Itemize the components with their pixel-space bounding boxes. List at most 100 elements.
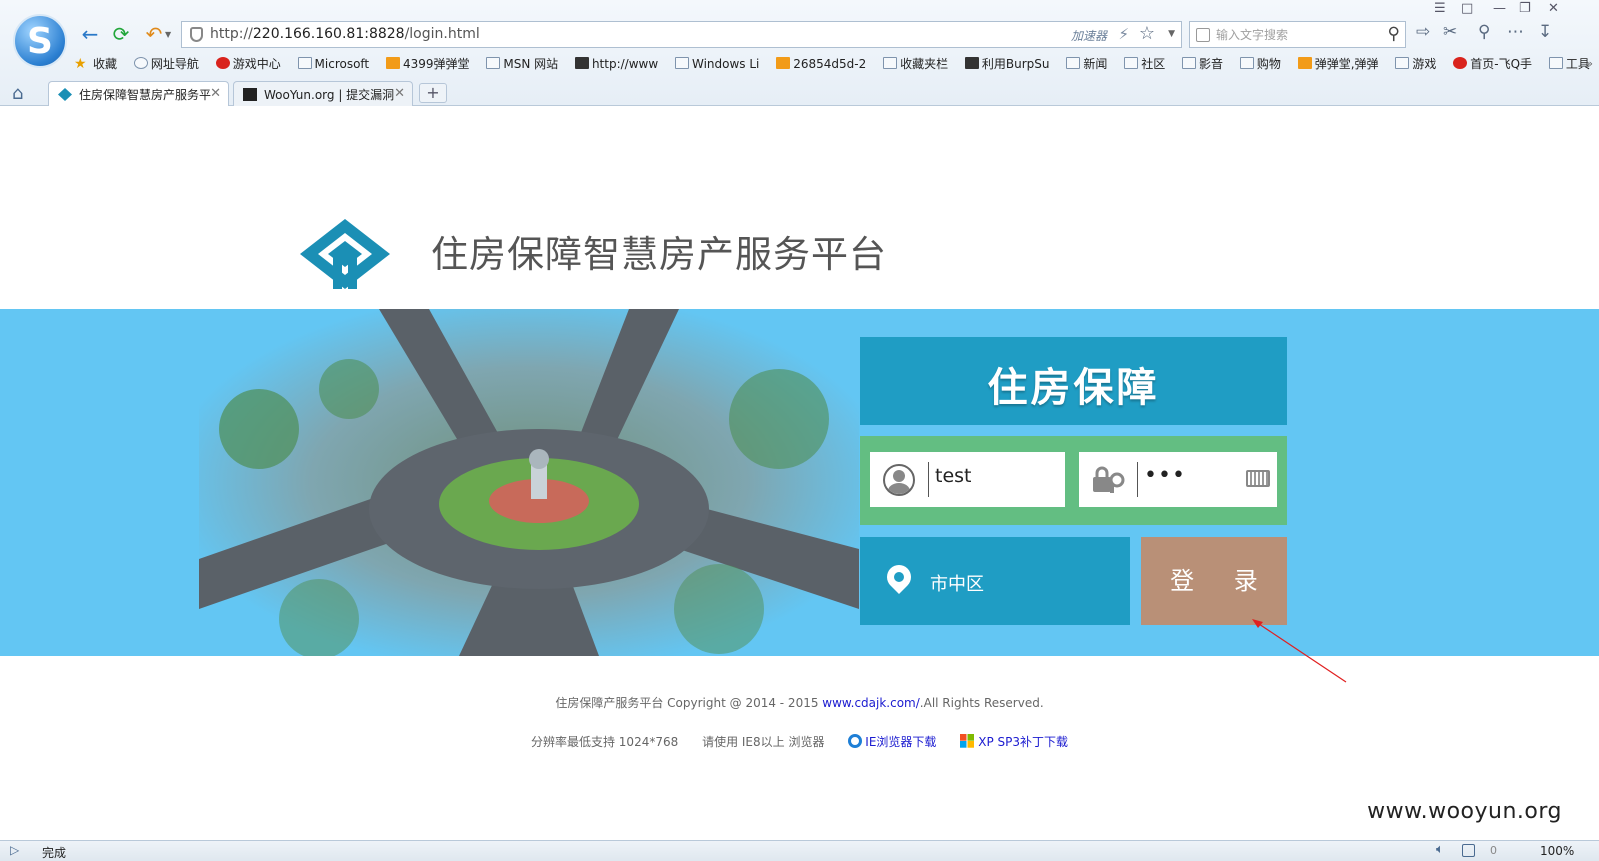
- bookmark-item[interactable]: MSN 网站: [486, 54, 558, 74]
- address-bar[interactable]: http://220.166.160.81:8828/login.html 加速…: [181, 21, 1182, 48]
- page-content: 住房保障智慧房产服务平台 住房保障 test ••• 市中区 登 录 住房保障产…: [0, 106, 1599, 840]
- bookmark-item[interactable]: 利用BurpSu: [964, 54, 1050, 74]
- username-field[interactable]: test: [870, 452, 1065, 507]
- lock-key-icon: [1093, 466, 1125, 493]
- search-engine-icon[interactable]: [1196, 28, 1210, 42]
- menu-icon[interactable]: ☰: [1434, 1, 1446, 16]
- url-host: 220.166.160.81:8828: [252, 26, 405, 42]
- download-manager-icon[interactable]: [1462, 844, 1475, 857]
- close-icon[interactable]: ✕: [394, 86, 405, 101]
- bookmark-item[interactable]: 新闻: [1066, 54, 1107, 74]
- undo-close-tab-button[interactable]: ↶: [142, 22, 166, 46]
- page-icon: [1297, 57, 1312, 69]
- close-icon[interactable]: ✕: [1548, 1, 1559, 16]
- restore-icon[interactable]: ❐: [1519, 1, 1531, 16]
- sidebar-toggle-icon[interactable]: ▷: [10, 843, 19, 857]
- browser-logo-letter: S: [27, 21, 53, 62]
- bookmark-item[interactable]: 购物: [1239, 54, 1281, 74]
- region-selector[interactable]: 市中区: [860, 537, 1130, 625]
- globe-icon: [133, 57, 148, 69]
- resolution-note: 分辨率最低支持 1024*768: [530, 735, 679, 749]
- credentials-row: test •••: [860, 436, 1287, 525]
- favorite-star-icon[interactable]: ☆: [1139, 23, 1155, 44]
- chevron-down-icon[interactable]: ▼: [1168, 29, 1175, 39]
- folder-icon: [1124, 57, 1139, 69]
- bookmark-item[interactable]: 网址导航: [133, 54, 199, 74]
- keyboard-icon[interactable]: [1246, 470, 1270, 487]
- home-icon[interactable]: ⌂: [12, 83, 23, 104]
- folder-icon: [883, 57, 898, 69]
- bookmark-item[interactable]: 26854d5d-2: [776, 54, 866, 74]
- browser-chrome: S ← ⟳ ↶ ▼ http://220.166.160.81:8828/log…: [0, 0, 1599, 106]
- page-icon: [776, 57, 791, 69]
- windows-icon: [960, 734, 975, 748]
- login-panel-header: 住房保障: [860, 337, 1287, 425]
- refresh-button[interactable]: ⟳: [109, 22, 133, 46]
- bookmark-item[interactable]: http://www: [574, 54, 658, 74]
- star-icon: ★: [74, 56, 87, 72]
- site-favicon-icon: [58, 88, 72, 101]
- url-text[interactable]: http://220.166.160.81:8828/login.html: [210, 26, 480, 42]
- xp-patch-link[interactable]: XP SP3补丁下载: [960, 734, 1068, 749]
- accelerator-label[interactable]: 加速器: [1071, 27, 1107, 44]
- page-icon: [1453, 57, 1468, 69]
- ie-download-link[interactable]: IE浏览器下载: [848, 734, 936, 749]
- speaker-icon[interactable]: 🔈︎: [1436, 842, 1444, 857]
- bookmark-item[interactable]: 游戏中心: [215, 54, 281, 74]
- login-button[interactable]: 登 录: [1141, 537, 1287, 625]
- login-heading: 住房保障: [987, 365, 1160, 411]
- new-tab-button[interactable]: +: [419, 83, 447, 103]
- region-value: 市中区: [930, 574, 984, 595]
- shield-icon: [190, 27, 203, 42]
- status-bar: ▷ 完成 🔈︎ 0 100%: [0, 840, 1599, 861]
- field-divider: [1137, 462, 1138, 497]
- bookmark-item[interactable]: 4399弹弹堂: [385, 54, 470, 74]
- minimize-icon[interactable]: —: [1493, 1, 1506, 16]
- search-icon[interactable]: ⚲: [1388, 24, 1400, 44]
- field-divider: [928, 462, 929, 497]
- bookmark-item[interactable]: 游戏: [1395, 54, 1436, 74]
- tab-wooyun[interactable]: WooYun.org | 提交漏洞 ✕: [233, 81, 413, 106]
- page-icon: [964, 57, 979, 69]
- key-icon[interactable]: ⚲: [1478, 22, 1490, 42]
- chevron-down-icon[interactable]: ▼: [165, 30, 171, 39]
- skin-icon[interactable]: □: [1461, 1, 1473, 16]
- bookmark-item[interactable]: 弹弹堂,弹弹: [1297, 54, 1379, 74]
- bookmarks-bar: ★ 收藏 网址导航 游戏中心 Microsoft 4399弹弹堂 MSN 网站 h…: [74, 54, 1594, 76]
- zoom-level[interactable]: 100%: [1540, 844, 1574, 858]
- back-button[interactable]: ←: [78, 22, 102, 46]
- bookmark-item[interactable]: 社区: [1124, 54, 1165, 74]
- login-banner: [0, 309, 1599, 656]
- watermark: www.wooyun.org: [1367, 799, 1562, 824]
- sidebar-icon[interactable]: ⇨: [1416, 22, 1430, 42]
- bookmark-item[interactable]: ★ 收藏: [74, 54, 117, 74]
- tab-login-page[interactable]: 住房保障智慧房产服务平 ✕: [48, 81, 229, 106]
- tab-title: WooYun.org | 提交漏洞: [264, 88, 395, 102]
- copyright-line: 住房保障产服务平台 Copyright @ 2014 - 2015 www.cd…: [555, 696, 1044, 710]
- bookmark-item[interactable]: 工具: [1548, 54, 1590, 74]
- download-icon[interactable]: ↧: [1538, 22, 1552, 42]
- folder-icon: [297, 57, 312, 69]
- close-icon[interactable]: ✕: [210, 86, 221, 101]
- city-roundabout-illustration: [199, 309, 859, 656]
- scissors-icon[interactable]: ✂: [1443, 22, 1457, 42]
- password-field[interactable]: •••: [1079, 452, 1277, 507]
- bookmark-item[interactable]: 收藏夹栏: [883, 54, 948, 74]
- bookmark-item[interactable]: Microsoft: [297, 54, 369, 74]
- bookmark-item[interactable]: 首页-飞Q手: [1453, 54, 1532, 74]
- bolt-icon[interactable]: ⚡︎: [1118, 25, 1129, 43]
- site-link[interactable]: www.cdajk.com/: [822, 696, 920, 710]
- search-input[interactable]: [1216, 25, 1376, 45]
- user-icon: [883, 464, 915, 496]
- more-icon[interactable]: ⋯: [1507, 22, 1524, 42]
- folder-icon: [1548, 57, 1563, 69]
- folder-icon: [1239, 57, 1254, 69]
- site-title: 住房保障智慧房产服务平台: [431, 233, 887, 276]
- bookmark-item[interactable]: 影音: [1182, 54, 1223, 74]
- tab-title: 住房保障智慧房产服务平: [79, 88, 212, 102]
- bookmark-item[interactable]: Windows Li: [674, 54, 759, 74]
- browser-requirements-line: 分辨率最低支持 1024*768 请使用 IE8以上 浏览器 IE浏览器下载 X…: [0, 733, 1599, 750]
- browser-logo[interactable]: S: [13, 14, 67, 68]
- chevron-right-icon[interactable]: »: [1586, 57, 1593, 70]
- status-count: 0: [1490, 844, 1497, 857]
